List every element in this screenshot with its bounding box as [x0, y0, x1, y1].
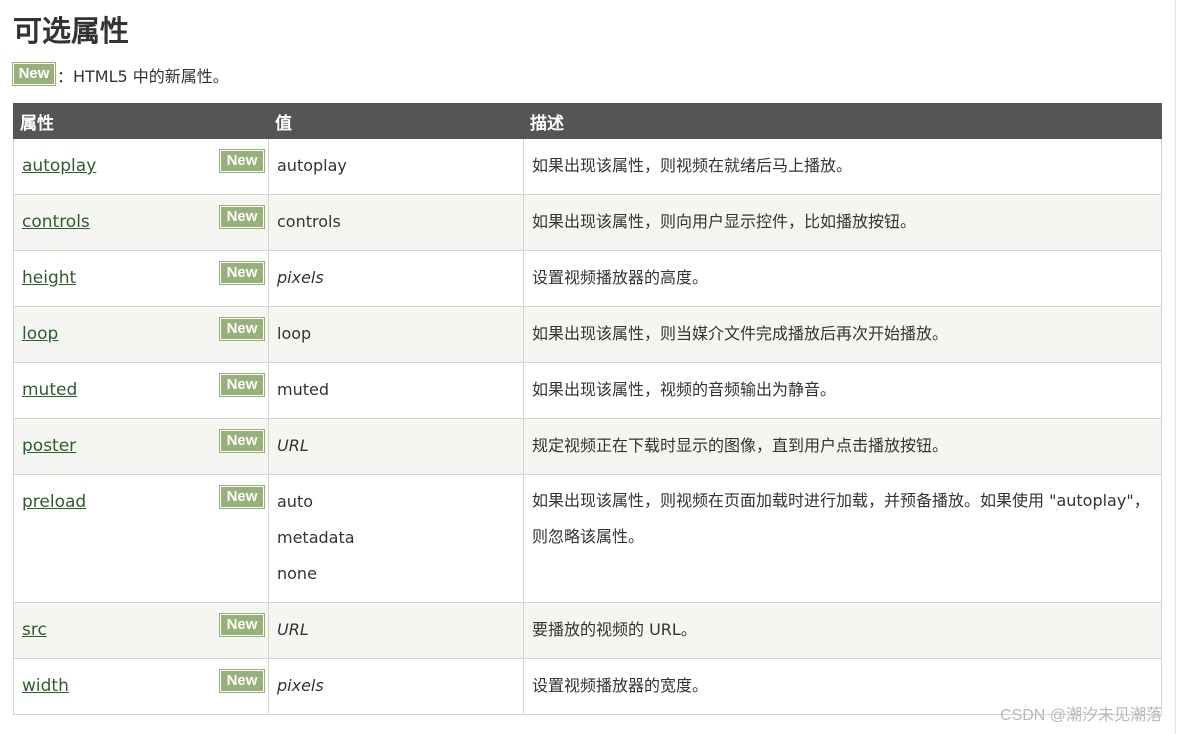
- new-badge: New: [219, 317, 265, 341]
- table-row: poster New URL 规定视频正在下载时显示的图像，直到用户点击播放按钮。: [13, 418, 1162, 475]
- attribute-value: none: [277, 564, 317, 583]
- description-cell: 要播放的视频的 URL。: [523, 602, 1162, 659]
- header-description: 描述: [523, 103, 1162, 139]
- new-badge: New: [12, 62, 56, 86]
- attribute-link-poster[interactable]: poster: [22, 436, 76, 456]
- attribute-cell: height New: [13, 250, 269, 307]
- legend-text: ：HTML5 中的新属性。: [57, 67, 229, 86]
- description-cell: 如果出现该属性，视频的音频输出为静音。: [523, 362, 1162, 419]
- attribute-value: metadata: [277, 528, 355, 547]
- attribute-link-height[interactable]: height: [22, 268, 76, 288]
- attribute-link-src[interactable]: src: [22, 620, 47, 640]
- description-cell: 如果出现该属性，则视频在页面加载时进行加载，并预备播放。如果使用 "autopl…: [523, 474, 1162, 603]
- new-badge: New: [219, 429, 265, 453]
- new-badge: New: [219, 261, 265, 285]
- attribute-cell: muted New: [13, 362, 269, 419]
- attribute-value: controls: [277, 212, 341, 231]
- page-edge-rule: [1175, 0, 1176, 734]
- attribute-value: pixels: [277, 676, 324, 695]
- attribute-cell: autoplay New: [13, 138, 269, 195]
- description-cell: 设置视频播放器的高度。: [523, 250, 1162, 307]
- attribute-cell: loop New: [13, 306, 269, 363]
- attribute-link-loop[interactable]: loop: [22, 324, 58, 344]
- table-row: height New pixels 设置视频播放器的高度。: [13, 250, 1162, 307]
- attribute-value: autoplay: [277, 156, 347, 175]
- table-row: width New pixels 设置视频播放器的宽度。: [13, 658, 1162, 715]
- value-cell: loop: [268, 306, 524, 363]
- description-cell: 规定视频正在下载时显示的图像，直到用户点击播放按钮。: [523, 418, 1162, 475]
- value-cell: pixels: [268, 658, 524, 715]
- attribute-cell: poster New: [13, 418, 269, 475]
- value-cell: auto metadata none: [268, 474, 524, 603]
- table-header-row: 属性 值 描述: [13, 103, 1162, 139]
- new-badge: New: [219, 613, 265, 637]
- attribute-link-width[interactable]: width: [22, 676, 69, 696]
- table-row: controls New controls 如果出现该属性，则向用户显示控件，比如播放…: [13, 194, 1162, 251]
- table-row: loop New loop 如果出现该属性，则当媒介文件完成播放后再次开始播放。: [13, 306, 1162, 363]
- table-row: src New URL 要播放的视频的 URL。: [13, 602, 1162, 659]
- value-cell: URL: [268, 418, 524, 475]
- description-cell: 如果出现该属性，则视频在就绪后马上播放。: [523, 138, 1162, 195]
- watermark: CSDN @潮汐未见潮落: [999, 707, 1162, 724]
- attribute-value: pixels: [277, 268, 324, 287]
- value-cell: controls: [268, 194, 524, 251]
- attribute-link-controls[interactable]: controls: [22, 212, 90, 232]
- attribute-link-muted[interactable]: muted: [22, 380, 77, 400]
- attribute-link-preload[interactable]: preload: [22, 492, 86, 512]
- attribute-cell: controls New: [13, 194, 269, 251]
- attribute-cell: src New: [13, 602, 269, 659]
- attribute-link-autoplay[interactable]: autoplay: [22, 156, 96, 176]
- new-badge: New: [219, 669, 265, 693]
- new-badge: New: [219, 485, 265, 509]
- table-row: autoplay New autoplay 如果出现该属性，则视频在就绪后马上播放。: [13, 138, 1162, 195]
- new-badge: New: [219, 149, 265, 173]
- header-attribute: 属性: [13, 103, 269, 139]
- attribute-cell: width New: [13, 658, 269, 715]
- value-cell: muted: [268, 362, 524, 419]
- attribute-value: URL: [277, 436, 309, 455]
- table-row: muted New muted 如果出现该属性，视频的音频输出为静音。: [13, 362, 1162, 419]
- value-cell: autoplay: [268, 138, 524, 195]
- value-cell: URL: [268, 602, 524, 659]
- attribute-value: loop: [277, 324, 312, 343]
- new-badge: New: [219, 373, 265, 397]
- attributes-table: 属性 值 描述 autoplay New autoplay 如果出现该属性，则视频在就…: [13, 103, 1162, 715]
- value-cell: pixels: [268, 250, 524, 307]
- page-title: 可选属性: [13, 14, 130, 48]
- new-badge: New: [219, 205, 265, 229]
- attribute-value: muted: [277, 380, 329, 399]
- table-row: preload New auto metadata none 如果出现该属性，则视频在页面…: [13, 474, 1162, 603]
- attribute-value: URL: [277, 620, 309, 639]
- attribute-value: auto: [277, 492, 314, 511]
- header-value: 值: [268, 103, 524, 139]
- description-cell: 如果出现该属性，则当媒介文件完成播放后再次开始播放。: [523, 306, 1162, 363]
- description-cell: 如果出现该属性，则向用户显示控件，比如播放按钮。: [523, 194, 1162, 251]
- attribute-cell: preload New: [13, 474, 269, 603]
